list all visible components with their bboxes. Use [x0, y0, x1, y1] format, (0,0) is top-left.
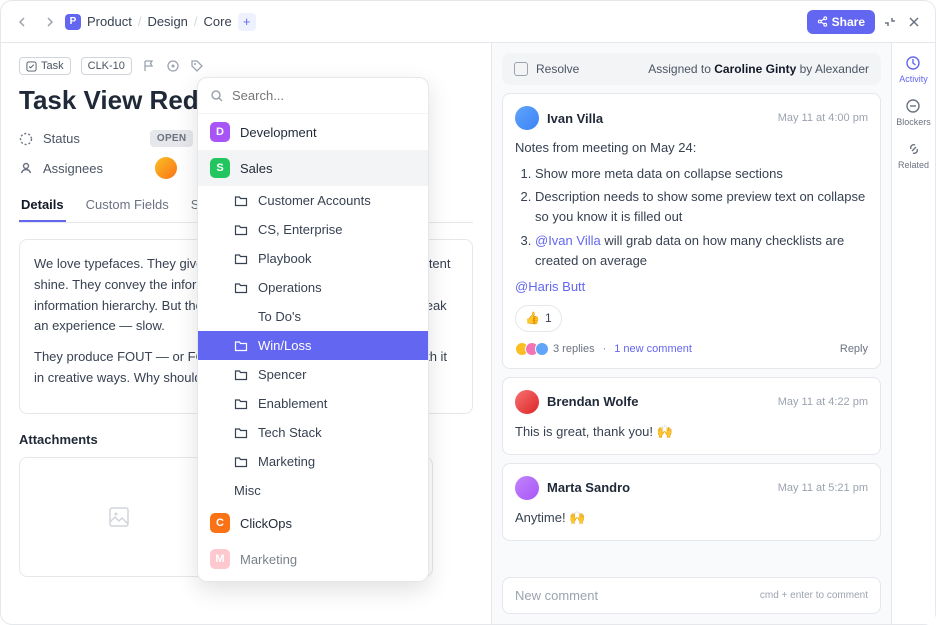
folder-icon: [234, 455, 248, 469]
share-button[interactable]: Share: [807, 10, 875, 34]
assignee-avatar[interactable]: [155, 157, 177, 179]
person-icon: [19, 161, 33, 175]
folder-icon: [234, 368, 248, 382]
comment: Ivan Villa May 11 at 4:00 pm Notes from …: [502, 93, 881, 369]
rail-activity[interactable]: Activity: [899, 55, 928, 84]
folder-icon: [234, 223, 248, 237]
image-icon: [108, 506, 130, 528]
folder-icon: [234, 252, 248, 266]
comment-item: Description needs to show some preview t…: [535, 187, 868, 227]
folder-win-loss[interactable]: Win/Loss: [198, 331, 428, 360]
comment-body: Anytime! 🙌: [515, 508, 868, 528]
folder-icon: [234, 397, 248, 411]
folder-icon: [234, 339, 248, 353]
reply-button[interactable]: Reply: [840, 343, 868, 355]
item-todos[interactable]: To Do's: [198, 302, 428, 331]
status-value[interactable]: OPEN: [150, 130, 194, 147]
compose-hint: cmd + enter to comment: [760, 590, 868, 601]
status-icon: [19, 132, 33, 146]
share-icon: [817, 16, 828, 27]
avatar: [515, 390, 539, 414]
tag-icon[interactable]: [190, 59, 204, 73]
reply-count[interactable]: 3 replies: [553, 343, 595, 355]
item-misc[interactable]: Misc: [198, 476, 428, 505]
folder-operations[interactable]: Operations: [198, 273, 428, 302]
folder-spencer[interactable]: Spencer: [198, 360, 428, 389]
mention[interactable]: @Ivan Villa: [535, 233, 601, 248]
breadcrumb-design[interactable]: Design: [147, 14, 187, 29]
close-icon[interactable]: [905, 13, 923, 31]
comment-compose[interactable]: New comment cmd + enter to comment: [502, 577, 881, 614]
comment-intro: Notes from meeting on May 24:: [515, 138, 868, 158]
new-reply-count[interactable]: 1 new comment: [614, 343, 692, 355]
comment-item: Show more meta data on collapse sections: [535, 164, 868, 184]
flag-icon[interactable]: [142, 59, 156, 73]
comment-time: May 11 at 4:22 pm: [778, 396, 868, 408]
workspace-clickops[interactable]: CClickOps: [198, 505, 428, 541]
resolve-bar: Resolve Assigned to Caroline Ginty by Al…: [502, 53, 881, 85]
tab-details[interactable]: Details: [19, 189, 66, 222]
comment-time: May 11 at 5:21 pm: [778, 482, 868, 494]
avatar: [515, 476, 539, 500]
assignees-label: Assignees: [43, 161, 103, 176]
breadcrumb-product[interactable]: Product: [87, 14, 132, 29]
folder-enablement[interactable]: Enablement: [198, 389, 428, 418]
mention[interactable]: @Haris Butt: [515, 279, 585, 294]
workspace-sales[interactable]: SSales: [198, 150, 428, 186]
folder-marketing[interactable]: Marketing: [198, 447, 428, 476]
workspace-icon: P: [65, 14, 81, 30]
collapse-icon[interactable]: [881, 13, 899, 31]
resolve-label: Resolve: [536, 62, 579, 76]
folder-tech-stack[interactable]: Tech Stack: [198, 418, 428, 447]
breadcrumb-sep: /: [194, 14, 198, 29]
avatar: [515, 106, 539, 130]
folder-icon: [234, 194, 248, 208]
comment-author: Ivan Villa: [547, 111, 603, 126]
task-type-badge[interactable]: Task: [19, 57, 71, 75]
breadcrumb-sep: /: [138, 14, 142, 29]
share-label: Share: [832, 15, 865, 29]
folder-playbook[interactable]: Playbook: [198, 244, 428, 273]
comment-author: Marta Sandro: [547, 480, 630, 495]
checkbox-icon: [26, 61, 37, 72]
comment-author: Brendan Wolfe: [547, 394, 639, 409]
comment: Brendan Wolfe May 11 at 4:22 pm This is …: [502, 377, 881, 455]
comment-time: May 11 at 4:00 pm: [778, 112, 868, 124]
dropdown-search-input[interactable]: [232, 88, 416, 103]
breadcrumb-add[interactable]: +: [238, 13, 256, 31]
rail-related[interactable]: Related: [898, 141, 929, 170]
nav-forward[interactable]: [39, 12, 59, 32]
assigned-to: Assigned to Caroline Ginty by Alexander: [648, 62, 869, 76]
folder-icon: [234, 281, 248, 295]
target-icon[interactable]: [166, 59, 180, 73]
search-icon: [210, 89, 224, 103]
folder-customer-accounts[interactable]: Customer Accounts: [198, 186, 428, 215]
comment: Marta Sandro May 11 at 5:21 pm Anytime! …: [502, 463, 881, 541]
nav-back[interactable]: [13, 12, 33, 32]
folder-icon: [234, 426, 248, 440]
comment-body: This is great, thank you! 🙌: [515, 422, 868, 442]
reply-avatars: [515, 342, 545, 356]
workspace-development[interactable]: DDevelopment: [198, 114, 428, 150]
rail-blockers[interactable]: Blockers: [896, 98, 931, 127]
attachment-placeholder[interactable]: [19, 457, 219, 577]
compose-placeholder: New comment: [515, 588, 598, 603]
task-id-badge[interactable]: CLK-10: [81, 57, 132, 75]
resolve-checkbox[interactable]: [514, 62, 528, 76]
workspace-marketing[interactable]: MMarketing: [198, 541, 428, 577]
comment-item: @Ivan Villa will grab data on how many c…: [535, 231, 868, 271]
reaction-pill[interactable]: 👍1: [515, 305, 562, 332]
location-dropdown: DDevelopment SSales Customer Accounts CS…: [197, 77, 429, 582]
breadcrumb-core[interactable]: Core: [204, 14, 232, 29]
folder-cs-enterprise[interactable]: CS, Enterprise: [198, 215, 428, 244]
tab-custom-fields[interactable]: Custom Fields: [84, 189, 171, 222]
status-label: Status: [43, 131, 80, 146]
